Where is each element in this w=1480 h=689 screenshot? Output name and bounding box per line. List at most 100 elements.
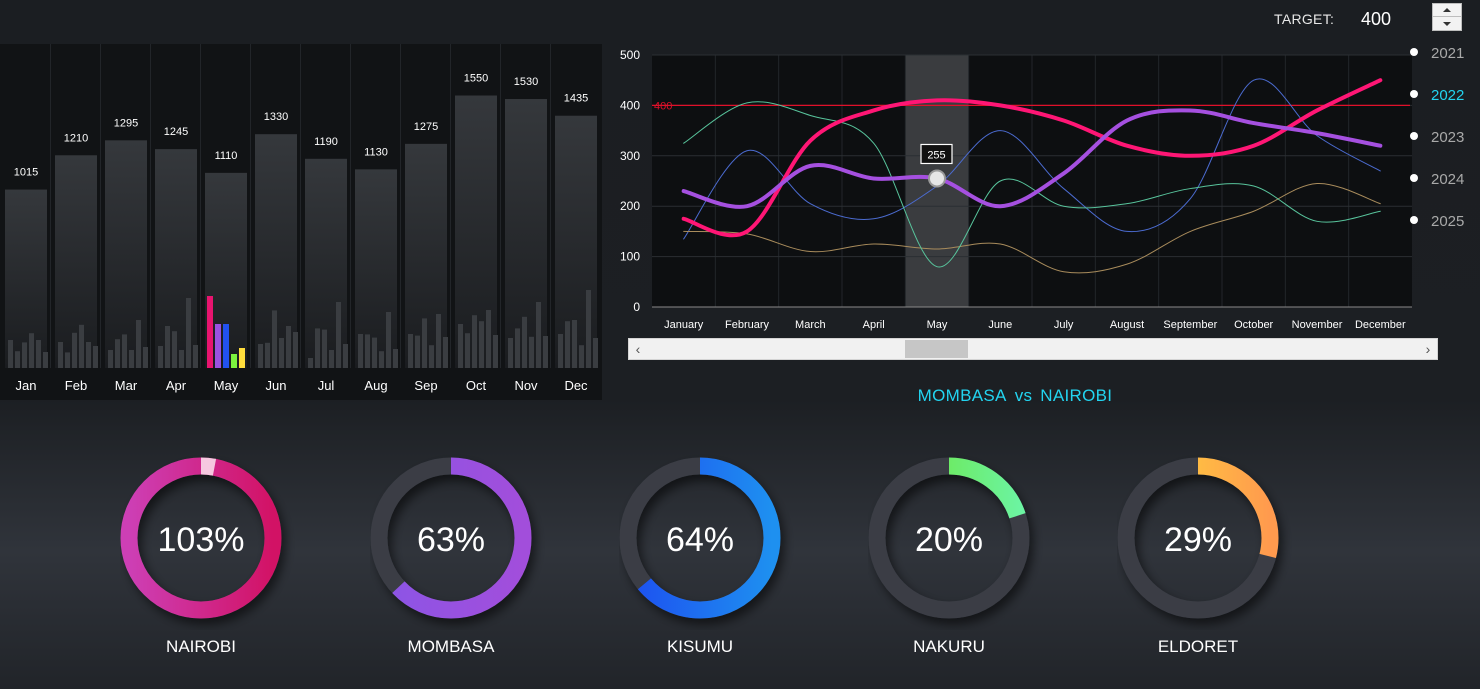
compare-left-city: MOMBASA xyxy=(917,386,1007,405)
month-scrollbar[interactable]: ‹ › xyxy=(628,338,1438,360)
city-mini-bar xyxy=(231,354,237,368)
target-label: TARGET: xyxy=(1274,11,1335,27)
yearly-line-chart: 0 100 200 300 400 500 January February March Apri… xyxy=(608,40,1480,340)
compare-vs: vs xyxy=(1014,386,1033,405)
scroll-thumb[interactable] xyxy=(905,340,968,358)
bar-chart-svg: 1015Jan1210Feb1295Mar1245Apr1110May1330J… xyxy=(5,44,598,393)
spin-up-button[interactable] xyxy=(1433,4,1461,17)
x-tick-label: December xyxy=(1355,319,1406,331)
scroll-left-button[interactable]: ‹ xyxy=(629,339,647,359)
bar-value-label: 1210 xyxy=(64,132,88,144)
gauge-percent: 20% xyxy=(914,521,984,559)
city-mini-bar xyxy=(372,337,377,368)
city-mini-bar xyxy=(193,345,198,368)
city-mini-bar xyxy=(22,342,27,368)
gauge-percent: 63% xyxy=(416,521,486,559)
city-mini-bar xyxy=(486,310,491,368)
city-mini-bar xyxy=(379,351,384,368)
y-tick-label: 100 xyxy=(620,250,640,264)
city-mini-bar xyxy=(358,334,363,368)
comparison-caption: MOMBASA vs NAIROBI xyxy=(0,386,1480,406)
x-tick-label: January xyxy=(664,319,704,331)
bar-value-label: 1435 xyxy=(564,93,588,105)
y-tick-label: 500 xyxy=(620,48,640,62)
city-mini-bar xyxy=(465,333,470,368)
bar-value-label: 1295 xyxy=(114,117,138,129)
city-mini-bar xyxy=(108,350,113,368)
city-mini-bar xyxy=(258,344,263,368)
y-tick-label: 200 xyxy=(620,199,640,213)
city-mini-bar xyxy=(493,335,498,368)
spin-down-button[interactable] xyxy=(1433,17,1461,30)
city-mini-bar xyxy=(215,324,221,368)
city-mini-bar xyxy=(422,318,427,368)
city-mini-bar xyxy=(558,334,563,368)
city-mini-bar xyxy=(79,324,84,368)
scroll-right-button[interactable]: › xyxy=(1419,339,1437,359)
city-mini-bar xyxy=(443,337,448,368)
city-mini-bar xyxy=(572,320,577,368)
gauge-percent: 103% xyxy=(157,521,245,559)
gauge-city: ELDORET xyxy=(1157,637,1239,656)
city-mini-bar xyxy=(515,328,520,368)
city-mini-bar xyxy=(429,345,434,368)
city-mini-bar xyxy=(479,321,484,368)
legend-label-2022: 2022 xyxy=(1431,87,1464,104)
gauge-nairobi: 103% NAIROBI xyxy=(120,450,300,662)
legend-marker xyxy=(1410,174,1418,182)
y-tick-label: 0 xyxy=(633,300,640,314)
city-mini-bar xyxy=(393,349,398,368)
city-mini-bar xyxy=(136,320,141,368)
city-mini-bar xyxy=(408,334,413,368)
bar-value-label: 1190 xyxy=(314,136,338,148)
city-mini-bar xyxy=(272,310,277,368)
city-mini-bar xyxy=(165,326,170,368)
gauge-city: NAKURU xyxy=(913,637,985,656)
city-mini-bar xyxy=(122,334,127,368)
target-spinner[interactable] xyxy=(1432,3,1462,31)
city-mini-bar xyxy=(15,351,20,368)
city-mini-bar xyxy=(8,340,13,368)
city-mini-bar xyxy=(315,328,320,368)
city-mini-bar xyxy=(279,338,284,368)
city-mini-bar xyxy=(43,352,48,368)
bar-value-label: 1015 xyxy=(14,167,38,179)
legend-marker xyxy=(1410,48,1418,56)
x-tick-label: September xyxy=(1163,319,1217,331)
city-mini-bar xyxy=(472,315,477,368)
city-mini-bar xyxy=(72,332,77,368)
legend-label-2023: 2023 xyxy=(1431,129,1464,146)
x-tick-label: June xyxy=(988,319,1012,331)
gauge-percent: 64% xyxy=(665,521,735,559)
city-mini-bar xyxy=(579,345,584,368)
gauge-kisumu: 64% KISUMU xyxy=(619,450,799,662)
gauge-city: NAIROBI xyxy=(166,637,236,656)
city-mini-bar xyxy=(343,344,348,368)
city-mini-bar xyxy=(239,348,245,368)
city-mini-bar xyxy=(265,342,270,368)
city-mini-bar xyxy=(36,340,41,368)
arrow-down-icon xyxy=(1443,21,1451,26)
city-mini-bar xyxy=(65,352,70,368)
city-mini-bar xyxy=(386,312,391,368)
target-value[interactable]: 400 xyxy=(1361,9,1391,30)
gauge-nakuru: 20% NAKURU xyxy=(868,450,1048,662)
gauge-eldoret: 29% ELDORET xyxy=(1117,450,1297,662)
city-mini-bar xyxy=(415,335,420,368)
x-tick-label: August xyxy=(1110,319,1144,331)
city-mini-bar xyxy=(329,350,334,368)
city-mini-bar xyxy=(58,342,63,368)
bar-value-label: 1530 xyxy=(514,76,538,88)
city-mini-bar xyxy=(365,334,370,368)
city-mini-bar xyxy=(158,346,163,368)
gauge-percent: 29% xyxy=(1163,521,1233,559)
legend-marker xyxy=(1410,216,1418,224)
city-mini-bar xyxy=(172,331,177,368)
bar-value-label: 1330 xyxy=(264,111,288,123)
x-tick-label: April xyxy=(863,319,885,331)
city-mini-bar xyxy=(436,314,441,368)
city-mini-bar xyxy=(186,298,191,368)
city-mini-bar xyxy=(522,316,527,368)
x-tick-label: October xyxy=(1234,319,1273,331)
bar-value-label: 1130 xyxy=(364,146,388,158)
